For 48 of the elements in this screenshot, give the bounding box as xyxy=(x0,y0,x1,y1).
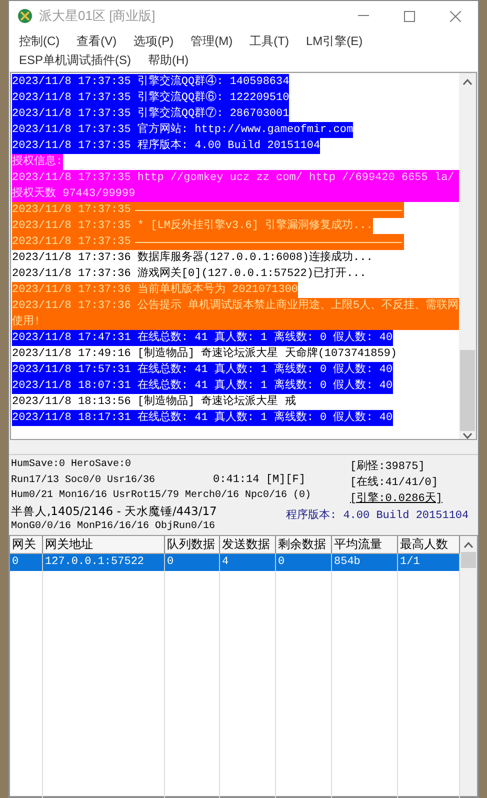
scrollbar[interactable] xyxy=(459,73,476,439)
table-row[interactable]: 0 127.0.0.1:57522 0 4 0 854b 1/1 xyxy=(10,554,460,571)
uptime-text: 0:41:14 [M][F] xyxy=(213,472,306,488)
scroll-thumb[interactable] xyxy=(461,552,476,568)
column-header[interactable]: 剩余数据 xyxy=(276,536,332,553)
scroll-thumb[interactable] xyxy=(460,350,475,432)
stat-label: [引擎:0.0286天] xyxy=(350,491,444,507)
menu-item[interactable]: ESP单机调试插件(S) xyxy=(15,50,136,69)
log-line: 2023/11/8 18:13:56 [制造物品] 奇速论坛派大星 戒 xyxy=(12,394,296,410)
column-header[interactable]: 平均流量 xyxy=(332,536,398,553)
log-line: 2023/11/8 17:37:36 数据库服务器(127.0.0.1:6008)连接成功... xyxy=(12,250,373,266)
menu-item[interactable]: 工具(T) xyxy=(246,31,293,50)
version-text: 程序版本: 4.00 Build 20151104 xyxy=(286,508,470,524)
scroll-up-icon xyxy=(463,79,472,85)
column-header[interactable]: 队列数据 xyxy=(165,536,220,553)
menu-item[interactable]: 控制(C) xyxy=(15,31,64,50)
menu-item[interactable]: LM引擎(E) xyxy=(302,31,367,50)
close-icon xyxy=(450,10,460,22)
window-title: 派大星01区 [商业版] xyxy=(39,7,156,26)
status-text: Run17/13 Soc0/0 Usr16/36 xyxy=(11,474,156,488)
table-cell: 0 xyxy=(10,554,43,571)
table-cell: 0 xyxy=(276,554,332,571)
table-cell: 4 xyxy=(220,554,276,571)
scrollbar[interactable] xyxy=(460,536,477,796)
column-header[interactable]: 最高人数 xyxy=(398,536,460,553)
table-cell: 127.0.0.1:57522 xyxy=(43,554,165,571)
menu-item[interactable]: 管理(M) xyxy=(186,31,237,50)
column-header[interactable]: 网关 xyxy=(10,536,43,553)
minimize-icon xyxy=(358,15,368,17)
log-line: 2023/11/8 17:37:36 游戏网关[0](127.0.0.1:57522)已打开... xyxy=(12,266,366,282)
app-icon xyxy=(17,8,33,24)
status-text: HumSave:0 HeroSave:0 xyxy=(11,458,132,472)
menu-item[interactable]: 帮助(H) xyxy=(144,50,193,69)
stat-label: [在线:41/41/0] xyxy=(350,475,440,491)
column-header[interactable]: 发送数据 xyxy=(220,536,276,553)
log-line: 2023/11/8 17:49:16 [制造物品] 奇速论坛派大星 天命牌(1073741859) xyxy=(12,346,398,362)
scroll-down-icon xyxy=(463,433,472,439)
menu-item[interactable]: 选项(P) xyxy=(130,31,178,50)
stat-label: [刷怪:39875] xyxy=(350,459,426,475)
column-header[interactable]: 网关地址 xyxy=(43,536,165,553)
maximize-icon xyxy=(404,10,414,22)
status-text: 半兽人,1405/2146 - 天水魔锤/443/17 xyxy=(11,504,217,519)
scroll-up-icon xyxy=(464,542,473,548)
menu-item[interactable]: 查看(V) xyxy=(72,31,121,50)
table-cell: 0 xyxy=(165,554,220,571)
status-text: MonG0/0/16 MonP16/16/16 ObjRun0/16 xyxy=(11,520,216,534)
table-cell: 854b xyxy=(332,554,398,571)
status-text: Hum0/21 Mon16/16 UsrRot15/79 Merch0/16 Npc0/16 (0) xyxy=(11,488,312,503)
